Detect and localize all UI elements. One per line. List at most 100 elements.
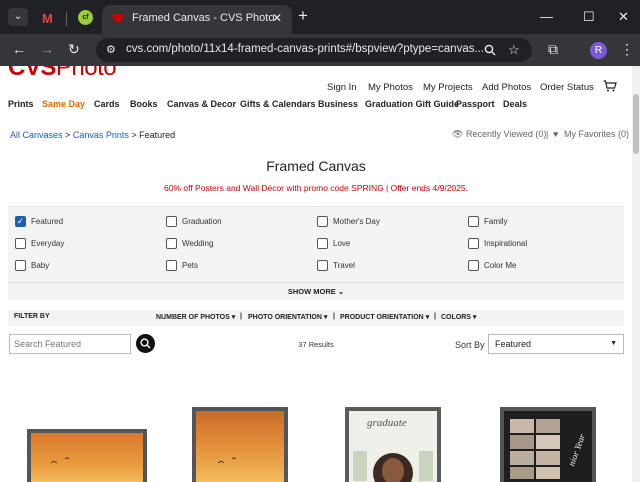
page-scrollbar[interactable] [632,66,640,482]
profile-avatar[interactable]: R [590,42,607,59]
senior-year-collage-image: nior Year [500,407,596,482]
bookmark-star-icon[interactable]: ☆ [508,42,520,58]
facet-label: Featured [31,217,64,226]
facet-label: Graduation [182,217,222,226]
recently-viewed-link[interactable]: Recently Viewed (0) [466,129,546,139]
heart-icon [112,13,124,24]
logo-cvs: CVS [8,66,56,81]
cvs-photo-logo[interactable]: CVSPhoto [8,66,117,82]
nav-books[interactable]: Books [130,99,158,109]
my-favorites-link[interactable]: My Favorites (0) [564,129,629,139]
filter-photo-orientation[interactable]: PHOTO ORIENTATION ▾ [248,313,327,321]
checkbox[interactable] [468,238,479,249]
my-photos-link[interactable]: My Photos [368,82,413,93]
nav-prints[interactable]: Prints [8,99,34,109]
gmail-icon: M [42,11,53,26]
filter-divider: | [240,313,242,320]
tab-extension[interactable]: cf [70,5,100,34]
checkbox[interactable] [317,260,328,271]
tab-framed-canvas[interactable]: Framed Canvas - CVS Photo ✕ [102,5,292,34]
browser-toolbar: ← → ↻ ⚙ cvs.com/photo/11x14-framed-canva… [0,34,640,66]
filter-divider: | [333,313,335,320]
reload-icon[interactable]: ↻ [68,41,80,57]
my-projects-link[interactable]: My Projects [423,82,473,93]
facet-label: Everyday [31,239,65,248]
filter-label: PRODUCT ORIENTATION [340,314,424,321]
web-page: CVSPhoto Sign In My Photos My Projects A… [0,66,632,482]
sort-select[interactable]: Featured ▼ [488,334,624,354]
sort-value: Featured [495,339,532,349]
checkbox[interactable] [468,260,479,271]
forward-icon[interactable]: → [40,41,54,57]
checkbox[interactable] [166,238,177,249]
scrollbar-thumb[interactable] [633,94,639,154]
checkbox[interactable] [468,216,479,227]
nav-gifts-calendars[interactable]: Gifts & Calendars [240,99,316,109]
eye-icon: 👁 [452,129,464,139]
filter-number-of-photos[interactable]: NUMBER OF PHOTOS ▾ [156,313,235,321]
filter-by-label: FILTER BY [14,313,50,320]
filter-product-orientation[interactable]: PRODUCT ORIENTATION ▾ [340,313,429,321]
breadcrumb-all-canvases[interactable]: All Canvases [10,130,63,140]
tab-search-button[interactable]: ⌄ [8,8,28,26]
address-bar[interactable]: ⚙ cvs.com/photo/11x14-framed-canvas-prin… [96,38,532,62]
show-more-button[interactable]: SHOW MORE ⌄ [8,287,624,296]
show-more-bar: SHOW MORE ⌄ [8,282,624,300]
tab-title: Framed Canvas - CVS Photo [132,12,275,24]
sunset-canvas-image [27,429,147,482]
nav-same-day[interactable]: Same Day [42,99,85,109]
zoom-search-icon[interactable] [484,44,496,56]
product-card[interactable] [27,429,147,482]
extensions-icon[interactable]: ⧉ [548,41,558,57]
order-status-link[interactable]: Order Status [540,82,594,93]
nav-canvas-decor[interactable]: Canvas & Decor [167,99,236,109]
checkbox[interactable] [317,238,328,249]
tab-close-icon[interactable]: ✕ [272,11,282,25]
product-card[interactable]: graduate [345,407,441,482]
breadcrumb-separator: > [131,130,137,140]
chevron-down-icon: ⌄ [337,287,345,296]
window-close-icon[interactable]: ✕ [618,9,629,25]
checkbox[interactable] [166,216,177,227]
nav-graduation-gift-guide[interactable]: Graduation Gift Guide [365,99,459,109]
sign-in-link[interactable]: Sign In [327,82,357,93]
nav-deals[interactable]: Deals [503,99,527,109]
filter-colors[interactable]: COLORS ▾ [441,313,476,321]
show-more-label: SHOW MORE [287,287,336,296]
nav-business[interactable]: Business [318,99,358,109]
maximize-icon[interactable]: ☐ [583,9,595,25]
browser-menu-icon[interactable]: ⋮ [620,41,634,57]
filter-bar: FILTER BY NUMBER OF PHOTOS ▾ | PHOTO ORI… [8,310,624,326]
back-icon[interactable]: ← [12,41,26,57]
new-tab-button[interactable]: + [298,7,308,24]
facet-label: Family [484,217,508,226]
breadcrumb-canvas-prints[interactable]: Canvas Prints [73,130,129,140]
sunset-canvas-image [192,407,288,482]
facet-label: Inspirational [484,239,528,248]
page-title: Framed Canvas [266,158,366,174]
product-card[interactable] [192,407,288,482]
nav-passport[interactable]: Passport [456,99,495,109]
breadcrumb-separator: > [65,130,71,140]
sort-by-label: Sort By [455,340,485,350]
add-photos-link[interactable]: Add Photos [482,82,531,93]
cart-icon[interactable] [603,80,617,92]
senior-year-text: nior Year [566,432,588,468]
tab-gmail[interactable]: M [36,5,66,34]
filter-divider: | [434,313,436,320]
nav-cards[interactable]: Cards [94,99,120,109]
site-info-icon[interactable]: ⚙ [106,43,116,56]
filter-label: NUMBER OF PHOTOS [156,314,230,321]
checkbox-checked[interactable]: ✓ [15,216,26,227]
promo-banner: 60% off Posters and Wall Décor with prom… [164,183,468,193]
checkbox[interactable] [15,260,26,271]
minimize-icon[interactable]: — [540,9,553,24]
checkbox[interactable] [15,238,26,249]
product-card[interactable]: nior Year [500,407,596,482]
facet-label: Travel [333,261,355,270]
recent-divider: | [546,129,549,139]
checkbox[interactable] [166,260,177,271]
url-text: cvs.com/photo/11x14-framed-canvas-prints… [126,43,485,55]
facet-label: Pets [182,261,199,270]
checkbox[interactable] [317,216,328,227]
